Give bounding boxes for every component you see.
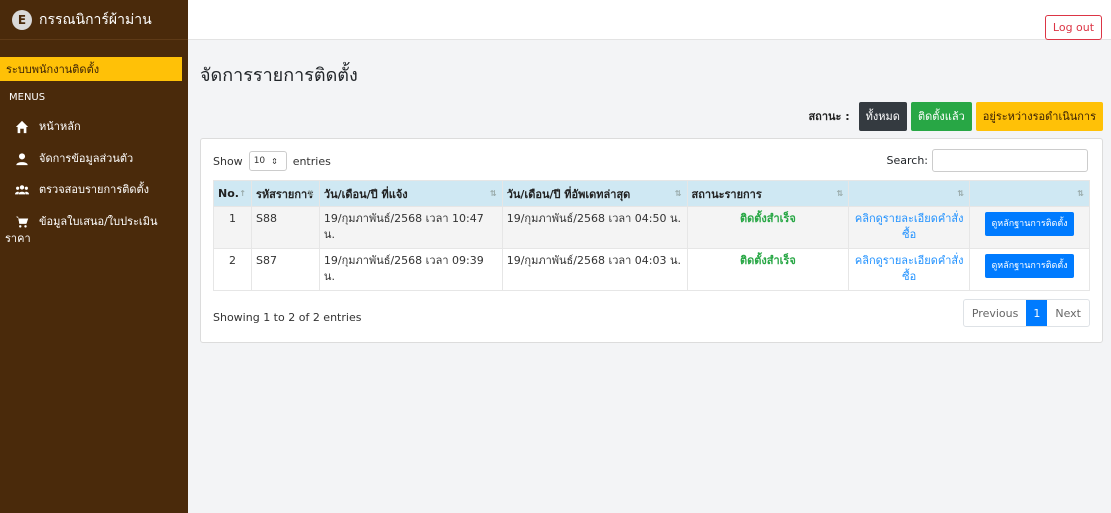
pagination: Previous 1 Next (962, 299, 1090, 327)
cell-code: S88 (250, 206, 320, 249)
sidebar-item-profile[interactable]: จัดการข้อมูลส่วนตัว (14, 150, 184, 167)
page-size-control: Show 10 ⇕ entries (213, 151, 331, 171)
page-title: จัดการรายการติดตั้ง (200, 65, 358, 86)
cell-no: 2 (213, 248, 252, 291)
sidebar-item-quotations[interactable]: ข้อมูลใบเสนอ/ใบประเมิน ราคา (5, 213, 184, 245)
table-row: 1 S88 19/กุมภาพันธ์/2568 เวลา 10:47 น. 1… (213, 206, 1090, 249)
view-evidence-button[interactable]: ดูหลักฐานการติดตั้ง (985, 212, 1074, 236)
pagination-page-1[interactable]: 1 (1026, 300, 1048, 326)
cell-evidence: ดูหลักฐานการติดตั้ง (969, 248, 1090, 291)
cell-evidence: ดูหลักฐานการติดตั้ง (969, 206, 1090, 249)
cell-code: S87 (250, 248, 320, 291)
chevron-updown-icon: ⇕ (271, 156, 278, 166)
pagination-previous[interactable]: Previous (964, 300, 1027, 326)
sidebar-item-check-installs[interactable]: ตรวจสอบรายการติดตั้ง (14, 181, 184, 198)
cell-status: ติดตั้งสำเร็จ (686, 206, 850, 249)
sidebar-item-home[interactable]: หน้าหลัก (14, 118, 184, 135)
filter-pending-button[interactable]: อยู่ระหว่างรอดำเนินการ (975, 101, 1103, 131)
sort-icon: ⇅ (836, 189, 844, 198)
users-icon (14, 181, 30, 198)
filter-installed-button[interactable]: ติดตั้งแล้ว (910, 101, 972, 131)
installations-card: Show 10 ⇕ entries Search: No. ↑ รหัสรายกา… (200, 138, 1103, 343)
order-detail-link[interactable]: คลิกดูรายละเอียดคำสั่งซื้อ (848, 248, 971, 291)
sidebar-item-label: หน้าหลัก (39, 120, 81, 133)
installations-table: No. ↑ รหัสรายการ ⇅ วัน/เดือน/ปี ที่แจ้ง ⇅ ว… (213, 180, 1090, 291)
sort-asc-icon: ↑ (239, 189, 246, 198)
view-evidence-button[interactable]: ดูหลักฐานการติดตั้ง (985, 254, 1074, 278)
order-detail-link[interactable]: คลิกดูรายละเอียดคำสั่งซื้อ (848, 206, 971, 249)
col-no[interactable]: No. ↑ (213, 180, 252, 207)
cell-reported: 19/กุมภาพันธ์/2568 เวลา 10:47 น. (318, 206, 503, 249)
cell-status: ติดตั้งสำเร็จ (686, 248, 850, 291)
sidebar-item-label: ตรวจสอบรายการติดตั้ง (39, 183, 150, 196)
cart-icon (14, 213, 30, 230)
search-control: Search: (886, 149, 1088, 172)
status-filter-label: สถานะ : (808, 110, 850, 123)
brand[interactable]: E กรรณนิการ์ผ้าม่าน (0, 0, 188, 40)
cell-no: 1 (213, 206, 252, 249)
topbar: Log out (188, 0, 1111, 40)
status-filter: สถานะ : ทั้งหมด ติดตั้งแล้ว อยู่ระหว่างร… (808, 101, 1103, 131)
logout-button[interactable]: Log out (1045, 15, 1102, 40)
sidebar-item-label: ข้อมูลใบเสนอ/ใบประเมิน (39, 215, 158, 228)
entries-label: entries (292, 154, 331, 168)
entries-info: Showing 1 to 2 of 2 entries (213, 311, 362, 324)
user-icon (14, 150, 30, 167)
sidebar: E กรรณนิการ์ผ้าม่าน ระบบพนักงานติดตั้ง M… (0, 0, 188, 513)
cell-updated: 19/กุมภาพันธ์/2568 เวลา 04:03 น. (501, 248, 688, 291)
search-label: Search: (886, 154, 929, 167)
page-size-value: 10 (253, 156, 266, 166)
home-icon (14, 118, 30, 135)
sidebar-item-label-cont: ราคา (5, 232, 31, 245)
brand-name: กรรณนิการ์ผ้าม่าน (39, 11, 152, 28)
cell-updated: 19/กุมภาพันธ์/2568 เวลา 04:50 น. (501, 206, 688, 249)
sidebar-item-label: จัดการข้อมูลส่วนตัว (39, 152, 134, 165)
sidebar-active-system[interactable]: ระบบพนักงานติดตั้ง (0, 57, 182, 81)
menus-heading: MENUS (9, 92, 46, 103)
col-updated-date[interactable]: วัน/เดือน/ปี ที่อัพเดทล่าสุด ⇅ (501, 180, 688, 207)
table-header-row: No. ↑ รหัสรายการ ⇅ วัน/เดือน/ปี ที่แจ้ง ⇅ ว… (213, 180, 1090, 207)
col-evidence[interactable]: ⇅ (969, 180, 1090, 207)
pagination-next[interactable]: Next (1047, 300, 1089, 326)
filter-all-button[interactable]: ทั้งหมด (858, 101, 907, 131)
col-status[interactable]: สถานะรายการ ⇅ (686, 180, 850, 207)
col-detail[interactable]: ⇅ (848, 180, 971, 207)
col-reported-date[interactable]: วัน/เดือน/ปี ที่แจ้ง ⇅ (318, 180, 503, 207)
page-size-select[interactable]: 10 ⇕ (248, 151, 287, 171)
brand-logo-icon: E (12, 9, 32, 30)
col-code[interactable]: รหัสรายการ ⇅ (250, 180, 320, 207)
search-input[interactable] (932, 149, 1088, 172)
cell-reported: 19/กุมภาพันธ์/2568 เวลา 09:39 น. (318, 248, 503, 291)
table-row: 2 S87 19/กุมภาพันธ์/2568 เวลา 09:39 น. 1… (213, 248, 1090, 291)
sort-icon: ⇅ (307, 189, 314, 198)
sort-icon: ⇅ (1077, 189, 1084, 198)
show-label: Show (213, 154, 243, 168)
sort-icon: ⇅ (490, 189, 497, 198)
sort-icon: ⇅ (674, 189, 682, 198)
sort-icon: ⇅ (957, 189, 965, 198)
